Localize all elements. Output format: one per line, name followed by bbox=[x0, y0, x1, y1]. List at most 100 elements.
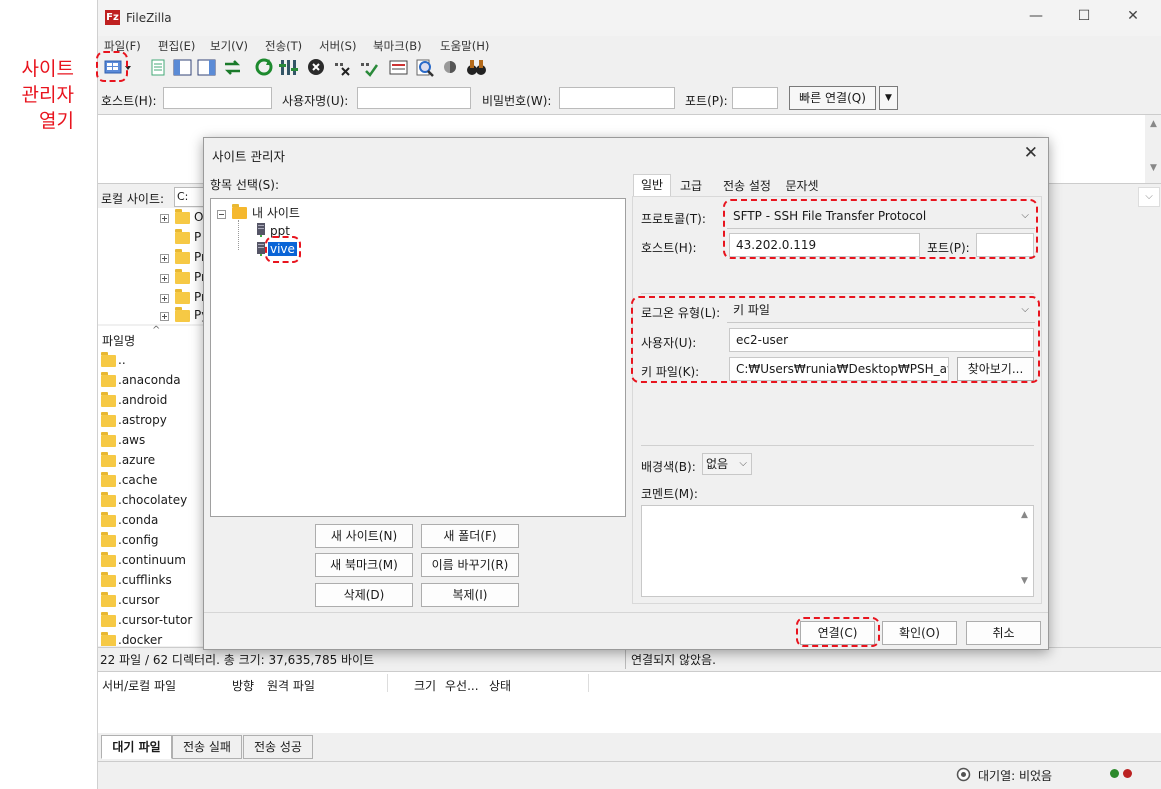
cancel-button[interactable]: 취소 bbox=[966, 621, 1041, 645]
expand-icon[interactable] bbox=[160, 212, 169, 226]
duplicate-button[interactable]: 복제(I) bbox=[421, 583, 519, 607]
menu-transfer[interactable]: 전송(T) bbox=[265, 38, 302, 54]
column-size[interactable]: 크기 bbox=[414, 677, 436, 694]
search-icon[interactable] bbox=[414, 57, 435, 78]
server-icon bbox=[257, 223, 265, 240]
column-direction[interactable]: 방향 bbox=[232, 677, 254, 694]
tab-transfer-settings[interactable]: 전송 설정 bbox=[716, 176, 778, 198]
highlight-logon bbox=[631, 296, 1040, 383]
cancel-operation-icon[interactable] bbox=[306, 57, 327, 78]
menu-server[interactable]: 서버(S) bbox=[319, 38, 356, 54]
rename-button[interactable]: 이름 바꾸기(R) bbox=[421, 553, 519, 577]
compare-icon[interactable] bbox=[440, 57, 461, 78]
folder-icon bbox=[101, 572, 116, 587]
protocol-label: 프로토콜(T): bbox=[641, 212, 706, 226]
password-label: 비밀번호(W): bbox=[482, 94, 552, 108]
column-status[interactable]: 상태 bbox=[489, 677, 511, 694]
directory-listing-icon[interactable] bbox=[388, 57, 409, 78]
local-site-path[interactable]: C:₩U bbox=[174, 187, 204, 207]
quickconnect-bar: 호스트(H): 사용자명(U): 비밀번호(W): 포트(P): 빠른 연결(Q… bbox=[98, 84, 1161, 114]
bottom-status-bar: 대기열: 비었음 bbox=[98, 761, 1161, 787]
menu-edit[interactable]: 편집(E) bbox=[158, 38, 195, 54]
tab-queued-files[interactable]: 대기 파일 bbox=[101, 735, 172, 759]
connection-led-icon bbox=[1110, 769, 1119, 778]
new-site-button[interactable]: 새 사이트(N) bbox=[315, 524, 413, 548]
delete-button[interactable]: 삭제(D) bbox=[315, 583, 413, 607]
remote-site-dropdown-icon[interactable]: ⌵ bbox=[1138, 187, 1160, 207]
minimize-button[interactable]: — bbox=[1016, 8, 1056, 28]
file-name: .config bbox=[118, 533, 159, 547]
message-log-scrollbar[interactable]: ▲ ▼ bbox=[1145, 115, 1161, 183]
tree-item[interactable]: P bbox=[194, 230, 201, 244]
port-input[interactable] bbox=[732, 87, 778, 109]
window-title: FileZilla bbox=[126, 11, 172, 25]
folder-icon bbox=[101, 412, 116, 427]
status-strip: 22 파일 / 62 디렉터리. 총 크기: 37,635,785 바이트 연결… bbox=[98, 647, 1161, 669]
menu-view[interactable]: 보기(V) bbox=[210, 38, 248, 54]
disconnect-icon[interactable] bbox=[332, 57, 353, 78]
menu-bar: 파일(F) 편집(E) 보기(V) 전송(T) 서버(S) 북마크(B) 도움말… bbox=[98, 36, 1161, 54]
dialog-title: 사이트 관리자 bbox=[212, 149, 285, 164]
menu-help[interactable]: 도움말(H) bbox=[440, 38, 489, 54]
maximize-button[interactable]: ☐ bbox=[1064, 8, 1104, 28]
reconnect-icon[interactable] bbox=[358, 57, 379, 78]
file-name: .chocolatey bbox=[118, 493, 188, 507]
close-button[interactable]: ✕ bbox=[1113, 8, 1153, 28]
refresh-icon[interactable] bbox=[254, 57, 275, 78]
queue-list bbox=[98, 695, 1161, 733]
tab-successful-transfers[interactable]: 전송 성공 bbox=[243, 735, 313, 759]
tree-root-my-sites[interactable]: 내 사이트 bbox=[252, 204, 300, 221]
password-input[interactable] bbox=[559, 87, 675, 109]
highlight-site-manager bbox=[96, 51, 128, 82]
background-color-value: 없음 bbox=[706, 457, 729, 471]
column-server-local-file[interactable]: 서버/로컬 파일 bbox=[102, 677, 176, 694]
username-input[interactable] bbox=[357, 87, 471, 109]
expand-icon[interactable] bbox=[160, 310, 169, 324]
tab-general[interactable]: 일반 bbox=[633, 174, 671, 198]
expand-icon[interactable] bbox=[160, 292, 169, 306]
folder-icon bbox=[101, 432, 116, 447]
quickconnect-dropdown[interactable]: ▼ bbox=[879, 86, 898, 110]
scroll-down-icon: ▼ bbox=[1150, 163, 1157, 173]
folder-icon bbox=[101, 392, 116, 407]
ok-button[interactable]: 확인(O) bbox=[882, 621, 957, 645]
comment-textarea[interactable]: ▲ ▼ bbox=[641, 505, 1034, 597]
divider bbox=[387, 674, 388, 692]
column-priority[interactable]: 우선... bbox=[445, 677, 479, 694]
folder-icon bbox=[101, 592, 116, 607]
menu-bookmarks[interactable]: 북마크(B) bbox=[373, 38, 422, 54]
remote-tree-icon[interactable] bbox=[196, 57, 217, 78]
new-folder-button[interactable]: 새 폴더(F) bbox=[421, 524, 519, 548]
comment-scrollbar[interactable]: ▲ ▼ bbox=[1016, 506, 1033, 596]
quickconnect-button[interactable]: 빠른 연결(Q) bbox=[789, 86, 876, 110]
expand-icon[interactable] bbox=[160, 272, 169, 286]
tab-advanced[interactable]: 고급 bbox=[674, 176, 708, 198]
transfer-queue-icon[interactable] bbox=[222, 57, 243, 78]
new-bookmark-button[interactable]: 새 북마크(M) bbox=[315, 553, 413, 577]
folder-icon bbox=[101, 612, 116, 627]
file-name: .android bbox=[118, 393, 168, 407]
folder-icon bbox=[101, 632, 116, 646]
expand-icon[interactable] bbox=[160, 252, 169, 266]
comment-label: 코멘트(M): bbox=[641, 487, 698, 501]
binoculars-icon[interactable] bbox=[466, 57, 487, 78]
tab-failed-transfers[interactable]: 전송 실패 bbox=[172, 735, 242, 759]
filezilla-logo-icon: Fz bbox=[105, 10, 120, 25]
folder-icon bbox=[175, 269, 190, 284]
filter-icon[interactable] bbox=[278, 57, 299, 78]
host-label: 호스트(H): bbox=[101, 94, 157, 108]
dialog-close-button[interactable]: ✕ bbox=[1024, 143, 1038, 163]
column-filename[interactable]: 파일명 bbox=[102, 332, 135, 349]
tab-charset[interactable]: 문자셋 bbox=[780, 176, 824, 198]
collapse-icon[interactable] bbox=[217, 208, 226, 222]
server-icon bbox=[257, 242, 265, 259]
folder-icon bbox=[101, 512, 116, 527]
column-remote-file[interactable]: 원격 파일 bbox=[267, 677, 315, 694]
divider bbox=[641, 293, 1034, 294]
background-color-select[interactable]: 없음 ⌵ bbox=[702, 453, 752, 475]
local-tree-icon[interactable] bbox=[172, 57, 193, 78]
message-log-icon[interactable] bbox=[148, 57, 169, 78]
host-input[interactable] bbox=[163, 87, 272, 109]
scroll-up-icon: ▲ bbox=[1150, 119, 1157, 129]
file-name: .. bbox=[118, 353, 126, 367]
